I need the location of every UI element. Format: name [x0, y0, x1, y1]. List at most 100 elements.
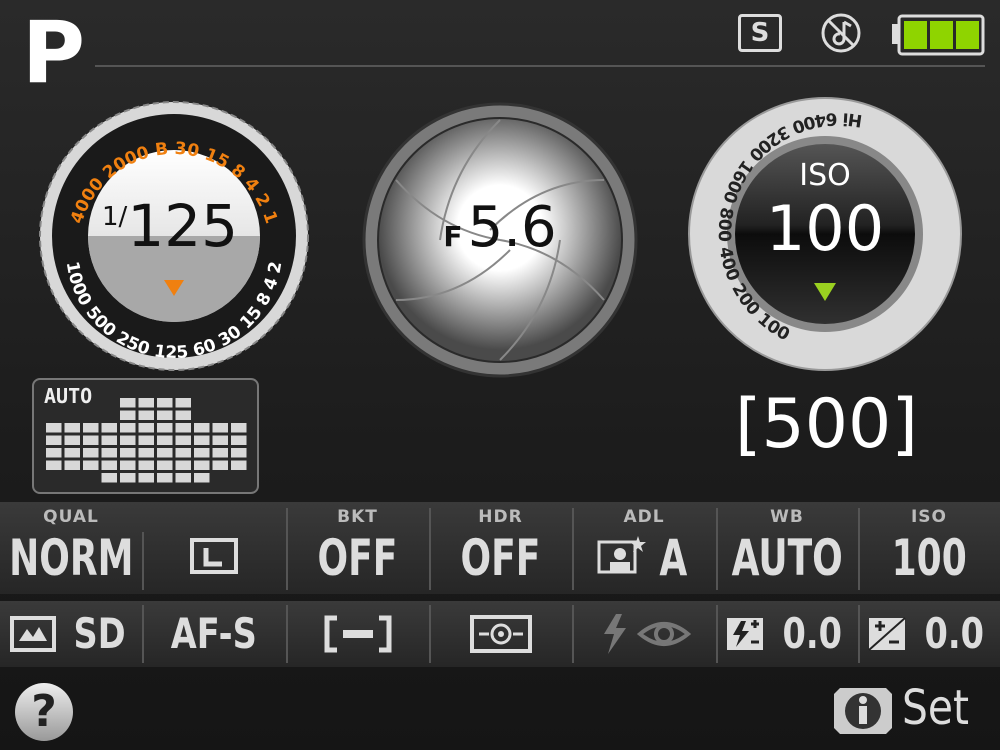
af-point [157, 435, 173, 445]
shutter-value: 125 [127, 192, 239, 260]
setting-label: BKT [337, 507, 378, 527]
camera-info-screen: P S 4000 2000 B 30 15 8 4 2 1 1000 500 2… [0, 0, 1000, 750]
af-point [138, 423, 154, 433]
setting-cell[interactable] [572, 601, 716, 667]
beep-off-icon [821, 13, 861, 53]
shooting-mode[interactable]: P [22, 10, 85, 96]
setting-cell[interactable]: WB AUTO [716, 502, 858, 594]
setting-cell[interactable]: BKT OFF [286, 502, 429, 594]
setting-cell[interactable]: SD [0, 601, 142, 667]
af-point [120, 460, 136, 470]
setting-cell[interactable] [286, 601, 429, 667]
af-point [64, 448, 80, 458]
af-point [175, 398, 191, 408]
af-point [120, 423, 136, 433]
battery-segment [904, 21, 927, 49]
af-point [120, 410, 136, 420]
af-point [120, 448, 136, 458]
af-point [120, 435, 136, 445]
af-point [64, 423, 80, 433]
setting-cell[interactable] [429, 601, 572, 667]
setting-cell[interactable]: ISO 100 [858, 502, 1000, 594]
setting-label [142, 502, 286, 528]
aperture-value: 5.6 [467, 195, 557, 260]
af-points-grid-icon [46, 398, 247, 483]
metering-matrix-icon [469, 614, 533, 654]
setting-value-text: AF-S [170, 609, 258, 658]
shutter-prefix: 1/ [102, 202, 128, 232]
setting-label: HDR [478, 507, 523, 527]
setting-cell[interactable]: AF-S [142, 601, 286, 667]
battery-segment [956, 21, 979, 49]
af-point [194, 473, 210, 483]
cell-divider [429, 605, 431, 663]
setting-cell[interactable]: QUAL NORM [0, 502, 142, 594]
flash-compensation-icon [725, 616, 765, 652]
af-point [175, 423, 191, 433]
af-area-mode-icon [323, 614, 393, 654]
af-point [175, 448, 191, 458]
af-point [194, 460, 210, 470]
setting-value-text: 100 [891, 529, 967, 587]
setting-cell[interactable]: HDR OFF [429, 502, 572, 594]
af-point [157, 423, 173, 433]
battery-icon [892, 14, 985, 56]
header-divider [95, 65, 985, 67]
af-point [157, 473, 173, 483]
af-point [231, 423, 247, 433]
af-point [212, 435, 228, 445]
af-point [157, 460, 173, 470]
setting-label: QUAL [43, 507, 99, 527]
battery-level-fill [904, 21, 979, 49]
setting-cell[interactable]: ADL A [572, 502, 716, 594]
af-point [175, 435, 191, 445]
af-point [120, 473, 136, 483]
cell-divider [142, 605, 144, 663]
setting-value: AUTO [716, 528, 858, 588]
setting-value: 100 [858, 528, 1000, 588]
setting-cell[interactable]: 0.0 [716, 601, 858, 667]
setting-cell[interactable] [142, 502, 286, 594]
af-point [157, 410, 173, 420]
setting-value: OFF [286, 528, 429, 588]
setting-label: ADL [623, 507, 665, 527]
help-button[interactable]: ? [15, 683, 73, 741]
af-point [194, 448, 210, 458]
af-point [175, 410, 191, 420]
af-point [194, 423, 210, 433]
af-point [138, 448, 154, 458]
af-point [231, 435, 247, 445]
af-point [157, 448, 173, 458]
cell-divider [572, 508, 574, 590]
af-point [231, 460, 247, 470]
setting-value: A [572, 528, 716, 588]
release-mode-badge: S [738, 14, 782, 52]
flash-red-eye-icon [594, 612, 694, 656]
setting-value: NORM [0, 528, 142, 588]
af-point [194, 435, 210, 445]
info-button-icon[interactable] [832, 686, 894, 736]
setting-value-text: NORM [8, 529, 134, 587]
af-point [83, 423, 99, 433]
af-point [46, 435, 62, 445]
setting-label: WB [770, 507, 804, 527]
aperture-readout: F 5.6 [420, 195, 580, 260]
af-point [120, 398, 136, 408]
setting-value-text: 0.0 [782, 609, 842, 658]
exposure-compensation-icon [867, 616, 907, 652]
setting-value-text: OFF [460, 529, 541, 587]
frames-remaining: [500] [735, 385, 918, 464]
iso-dial-label: ISO [799, 158, 851, 193]
settings-row-2-cells: SD AF-S 0.0 0.0 [0, 601, 1000, 667]
af-point [101, 423, 117, 433]
setting-cell[interactable]: 0.0 [858, 601, 1000, 667]
af-point [101, 460, 117, 470]
af-point [83, 448, 99, 458]
setting-value: OFF [429, 528, 572, 588]
af-point [101, 473, 117, 483]
active-d-lighting-icon [596, 534, 646, 582]
af-point [64, 460, 80, 470]
set-label: Set [902, 680, 970, 736]
af-point [157, 398, 173, 408]
af-point [231, 448, 247, 458]
